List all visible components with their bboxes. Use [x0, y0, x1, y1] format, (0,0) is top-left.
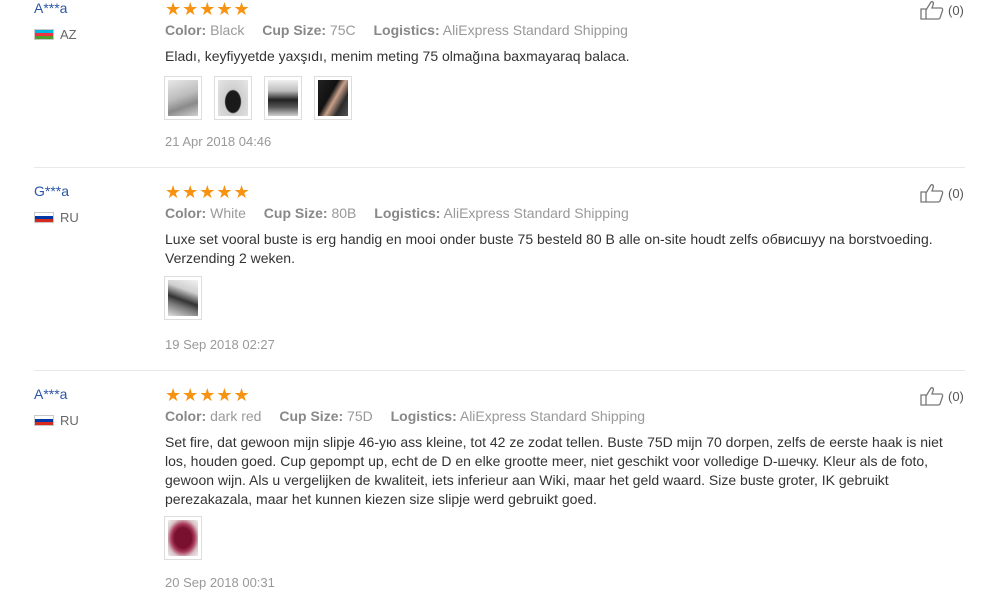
review-photo-thumbnail[interactable] [164, 276, 202, 320]
country-code: RU [60, 210, 79, 225]
review-attributes: Color: Black Cup Size: 75C Logistics: Al… [165, 22, 642, 38]
review-photos [164, 276, 214, 320]
review-photo-thumbnail[interactable] [314, 76, 352, 120]
logistics-value: AliExpress Standard Shipping [442, 22, 628, 38]
review-photo-thumbnail[interactable] [164, 76, 202, 120]
review-text: Set fire, dat gewoon mijn slipje 46-ую a… [165, 434, 943, 507]
buyer-name[interactable]: A***a [34, 0, 67, 16]
review-date: 20 Sep 2018 00:31 [165, 575, 275, 590]
star-rating: ★★★★★ [165, 385, 251, 405]
buyer-name[interactable]: G***a [34, 183, 69, 199]
logistics-label: Logistics: [390, 408, 457, 424]
cup-size-value: 75C [329, 22, 356, 38]
helpful-count: (0) [948, 2, 964, 18]
buyer-country: AZ [34, 27, 77, 42]
logistics-label: Logistics: [374, 205, 441, 221]
color-label: Color: [165, 22, 207, 38]
review-photo-thumbnail[interactable] [264, 76, 302, 120]
helpful-count: (0) [948, 388, 964, 404]
buyer-country: RU [34, 210, 79, 225]
cup-size-label: Cup Size: [262, 22, 327, 38]
color-label: Color: [165, 408, 207, 424]
color-label: Color: [165, 205, 207, 221]
thumbs-up-icon [920, 387, 944, 406]
color-value: Black [210, 22, 245, 38]
star-rating: ★★★★★ [165, 0, 251, 19]
review-text: Luxe set vooral buste is erg handig en m… [165, 231, 933, 266]
review-photo-thumbnail[interactable] [214, 76, 252, 120]
thumbs-up-icon [920, 1, 944, 20]
review-date: 21 Apr 2018 04:46 [165, 134, 272, 149]
logistics-value: AliExpress Standard Shipping [459, 408, 646, 424]
review-photo-thumbnail[interactable] [164, 516, 202, 560]
helpful-button[interactable]: (0) [920, 183, 964, 203]
cup-size-label: Cup Size: [263, 205, 328, 221]
helpful-button[interactable]: (0) [920, 0, 964, 20]
cup-size-value: 75D [347, 408, 373, 424]
color-value: White [210, 205, 246, 221]
cup-size-label: Cup Size: [279, 408, 344, 424]
helpful-count: (0) [948, 185, 964, 201]
star-rating: ★★★★★ [165, 182, 251, 202]
cup-size-value: 80B [331, 205, 357, 221]
review-text: Eladı, keyfiyyetde yaxşıdı, menim meting… [165, 48, 630, 64]
review-photos [164, 516, 214, 560]
review-date: 19 Sep 2018 02:27 [165, 337, 275, 352]
review-divider [34, 167, 965, 168]
country-code: RU [60, 413, 79, 428]
helpful-button[interactable]: (0) [920, 386, 964, 406]
review-photos [164, 76, 364, 120]
review-attributes: Color: White Cup Size: 80B Logistics: Al… [165, 205, 643, 221]
color-value: dark red [210, 408, 262, 424]
logistics-value: AliExpress Standard Shipping [443, 205, 629, 221]
review-divider [34, 370, 965, 371]
flag-ru-icon [34, 212, 54, 223]
flag-ru-icon [34, 415, 54, 426]
flag-az-icon [34, 29, 54, 40]
country-code: AZ [60, 27, 77, 42]
logistics-label: Logistics: [373, 22, 440, 38]
buyer-name[interactable]: A***a [34, 386, 67, 402]
review-attributes: Color: dark red Cup Size: 75D Logistics:… [165, 408, 659, 424]
buyer-country: RU [34, 413, 79, 428]
thumbs-up-icon [920, 184, 944, 203]
